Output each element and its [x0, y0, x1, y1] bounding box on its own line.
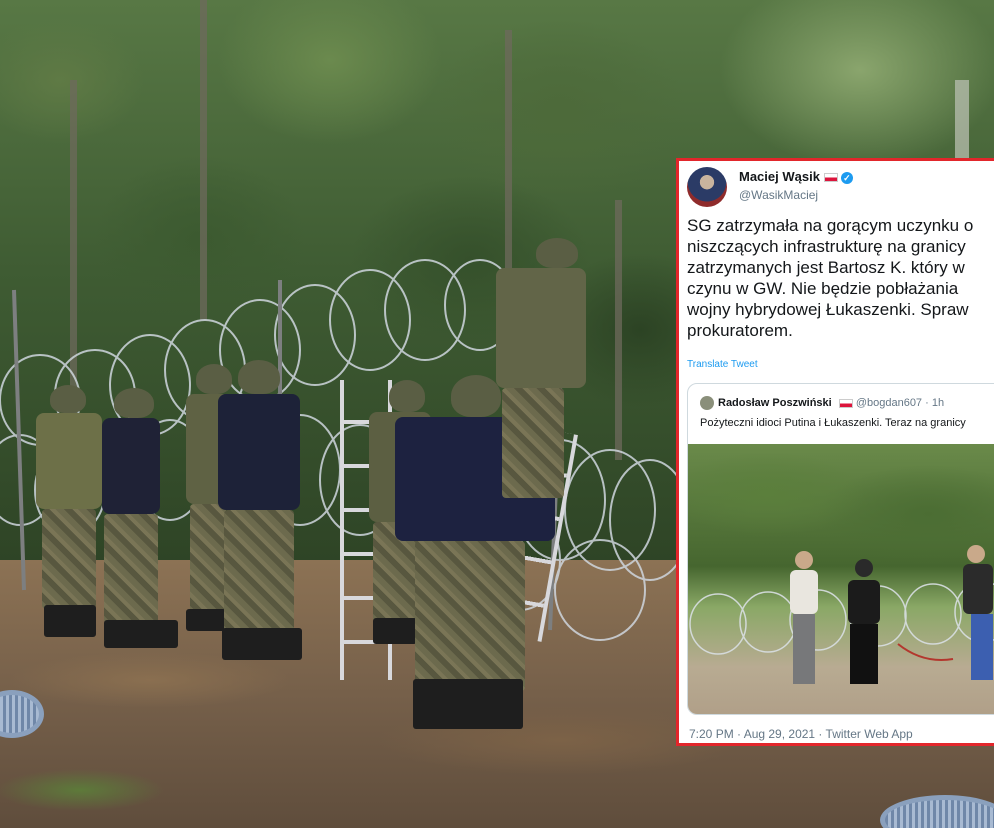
- tweet-text-line: zatrzymanych jest Bartosz K. który w: [687, 258, 965, 277]
- tweet-card: Maciej Wąsik ✓ @WasikMaciej SG zatrzymała…: [676, 158, 994, 746]
- quoted-photo-scene: [689, 545, 994, 684]
- quoted-tweet-photo[interactable]: [688, 444, 994, 714]
- quoted-tweet[interactable]: Radosław Poszwiński @bogdan607 · 1h Poży…: [687, 383, 994, 715]
- tweet-text-line: SG zatrzymała na gorącym uczynku o: [687, 216, 974, 235]
- tweet-text: SG zatrzymała na gorącym uczynku o niszc…: [687, 215, 994, 341]
- translate-tweet-link[interactable]: Translate Tweet: [687, 359, 758, 370]
- verified-badge-icon: ✓: [840, 171, 853, 184]
- tweet-header: Maciej Wąsik ✓ @WasikMaciej: [687, 167, 987, 207]
- quoted-author-name: Radosław Poszwiński: [718, 396, 832, 409]
- tweet-text-line: wojny hybrydowej Łukaszenki. Spraw: [687, 300, 969, 319]
- author-name[interactable]: Maciej Wąsik ✓: [739, 169, 853, 184]
- tweet-text-line: prokuratorem.: [687, 321, 793, 340]
- tweet-timestamp[interactable]: 7:20 PM · Aug 29, 2021 · Twitter Web App: [689, 727, 913, 741]
- tweet-text-line: niszczących infrastrukturę na granicy: [687, 237, 966, 256]
- polish-flag-icon: [823, 173, 838, 183]
- avatar: [700, 396, 714, 410]
- quoted-tweet-age: · 1h: [925, 396, 945, 409]
- tweet-text-line: czynu w GW. Nie będzie pobłażania: [687, 279, 959, 298]
- polish-flag-icon: [838, 398, 853, 408]
- quoted-author-handle: @bogdan607: [855, 396, 923, 409]
- quoted-tweet-header: Radosław Poszwiński @bogdan607 · 1h: [700, 396, 944, 410]
- avatar[interactable]: [687, 167, 727, 207]
- author-handle[interactable]: @WasikMaciej: [739, 188, 818, 202]
- quoted-tweet-text: Pożyteczni idioci Putina i Łukaszenki. T…: [700, 417, 966, 429]
